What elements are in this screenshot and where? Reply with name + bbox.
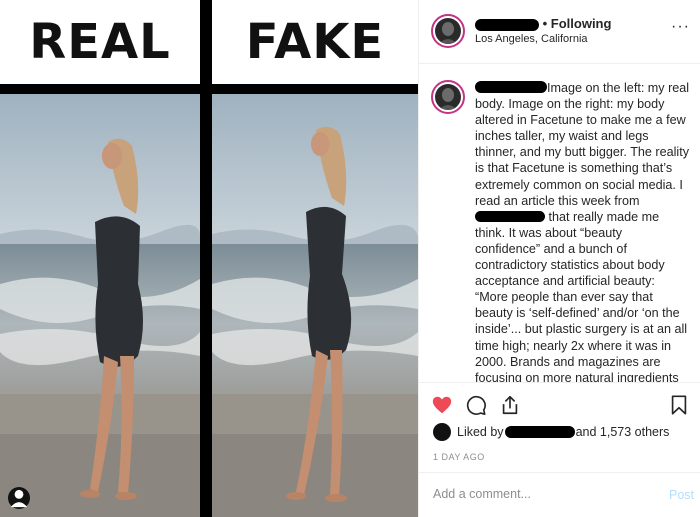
mention-redacted[interactable]	[475, 210, 545, 222]
fake-label: FAKE	[245, 14, 385, 70]
tagged-users-button[interactable]	[8, 487, 30, 509]
caption-text: Image on the left: my real body. Image o…	[475, 80, 690, 382]
comment-bar: Post	[419, 472, 700, 517]
share-button[interactable]	[499, 394, 521, 416]
redacted-username[interactable]	[475, 18, 539, 31]
location-link[interactable]: Los Angeles, California	[475, 33, 588, 45]
bookmark-icon	[671, 395, 687, 415]
post-side-panel: • Following Los Angeles, California ··· …	[418, 0, 700, 517]
likes-prefix: Liked by	[457, 425, 504, 439]
image-divider-vertical	[200, 0, 212, 517]
more-horizontal-icon: ···	[671, 18, 690, 35]
post-header: • Following Los Angeles, California ···	[419, 0, 700, 64]
caption-scroll-area[interactable]: Image on the left: my real body. Image o…	[419, 64, 700, 382]
real-label: REAL	[29, 14, 171, 70]
fake-photo	[212, 94, 418, 517]
caption-username-redacted[interactable]	[475, 81, 547, 93]
header-username-row: • Following	[475, 16, 611, 31]
following-status[interactable]: • Following	[543, 16, 612, 31]
caption-body-1: Image on the left: my real body. Image o…	[475, 81, 690, 208]
heart-icon	[432, 396, 452, 414]
comment-button[interactable]	[465, 394, 487, 416]
more-options-button[interactable]: ···	[671, 18, 690, 36]
liker-username-redacted[interactable]	[504, 426, 575, 438]
post-timestamp[interactable]: 1 DAY AGO	[433, 452, 485, 462]
user-icon	[10, 489, 28, 508]
real-photo	[0, 94, 200, 517]
image-divider-horizontal	[0, 84, 418, 94]
author-avatar[interactable]	[431, 14, 465, 48]
share-icon	[502, 395, 518, 415]
likes-suffix[interactable]: and 1,573 others	[576, 425, 670, 439]
likes-summary[interactable]: Liked by and 1,573 others	[433, 423, 690, 441]
comment-input[interactable]	[433, 487, 653, 501]
comment-icon	[466, 395, 486, 415]
save-button[interactable]	[668, 394, 690, 416]
caption-body-2: that really made me think. It was about …	[475, 209, 688, 382]
like-button[interactable]	[431, 394, 453, 416]
liker-avatar[interactable]	[433, 423, 451, 441]
action-bar	[419, 382, 700, 420]
caption-author-avatar[interactable]	[431, 80, 465, 114]
post-image[interactable]: REAL FAKE	[0, 0, 418, 517]
post-comment-button[interactable]: Post	[669, 488, 694, 502]
